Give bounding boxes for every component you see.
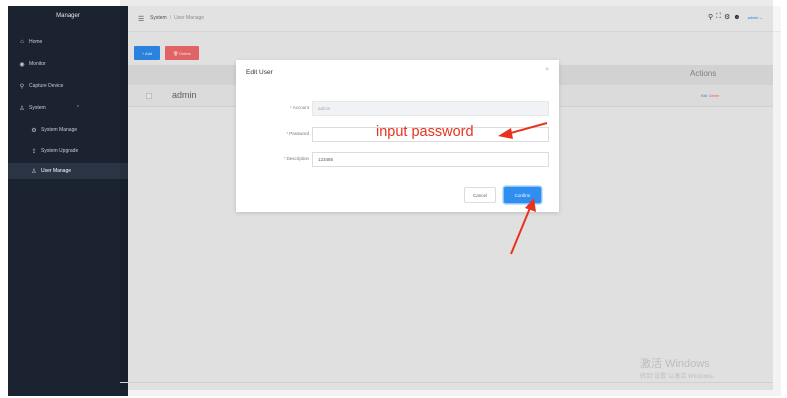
confirm-button[interactable]: Confirm — [504, 187, 541, 203]
sidebar-item-label: System — [29, 105, 46, 111]
monitor-icon: ◉ — [19, 61, 25, 68]
description-field[interactable]: 123456 — [312, 152, 549, 167]
user-icon: ♙ — [19, 105, 25, 112]
search-icon: ⚲ — [19, 83, 25, 90]
sidebar-item-label: System Upgrade — [41, 148, 79, 154]
gear-icon: ⚙ — [31, 127, 37, 134]
activation-watermark-sub: 转到"设置"以激活 Windows。 — [640, 374, 719, 380]
sidebar-item-label: Home — [29, 39, 43, 45]
sidebar-item-system[interactable]: ♙ System ⌃ — [8, 100, 128, 116]
activation-watermark: 激活 Windows — [640, 358, 710, 370]
sidebar-item-capture-device[interactable]: ⚲ Capture Device — [8, 78, 128, 94]
home-icon: ⌂ — [20, 39, 24, 45]
sidebar-item-label: Capture Device — [29, 83, 64, 89]
description-label: *Description — [283, 156, 309, 161]
annotation-label: input password — [376, 124, 474, 140]
sidebar-item-label: Monitor — [29, 61, 46, 67]
sidebar-item-monitor[interactable]: ◉ Monitor — [8, 56, 128, 72]
sidebar-item-system-manage[interactable]: ⚙ System Manage — [8, 122, 128, 138]
dialog-title: Edit User — [246, 69, 273, 76]
sidebar: Manager ⌂ Home ◉ Monitor ⚲ Capture Devic… — [8, 6, 128, 396]
user-icon: ♙ — [31, 168, 37, 175]
upgrade-icon: ⇪ — [31, 148, 37, 155]
sidebar-item-home[interactable]: ⌂ Home — [8, 34, 128, 50]
account-label: *Account — [289, 105, 309, 110]
sidebar-item-label: System Manage — [41, 127, 78, 133]
sidebar-item-user-manage[interactable]: ♙ User Manage — [8, 163, 128, 179]
sidebar-item-system-upgrade[interactable]: ⇪ System Upgrade — [8, 143, 128, 159]
sidebar-item-label: User Manage — [41, 168, 72, 174]
sidebar-title: Manager — [56, 13, 80, 19]
cancel-button[interactable]: Cancel — [464, 187, 496, 203]
close-icon[interactable]: × — [545, 67, 549, 73]
chevron-up-icon: ⌃ — [75, 105, 80, 111]
password-label: *Password — [286, 131, 309, 136]
account-field: admin — [312, 101, 549, 116]
